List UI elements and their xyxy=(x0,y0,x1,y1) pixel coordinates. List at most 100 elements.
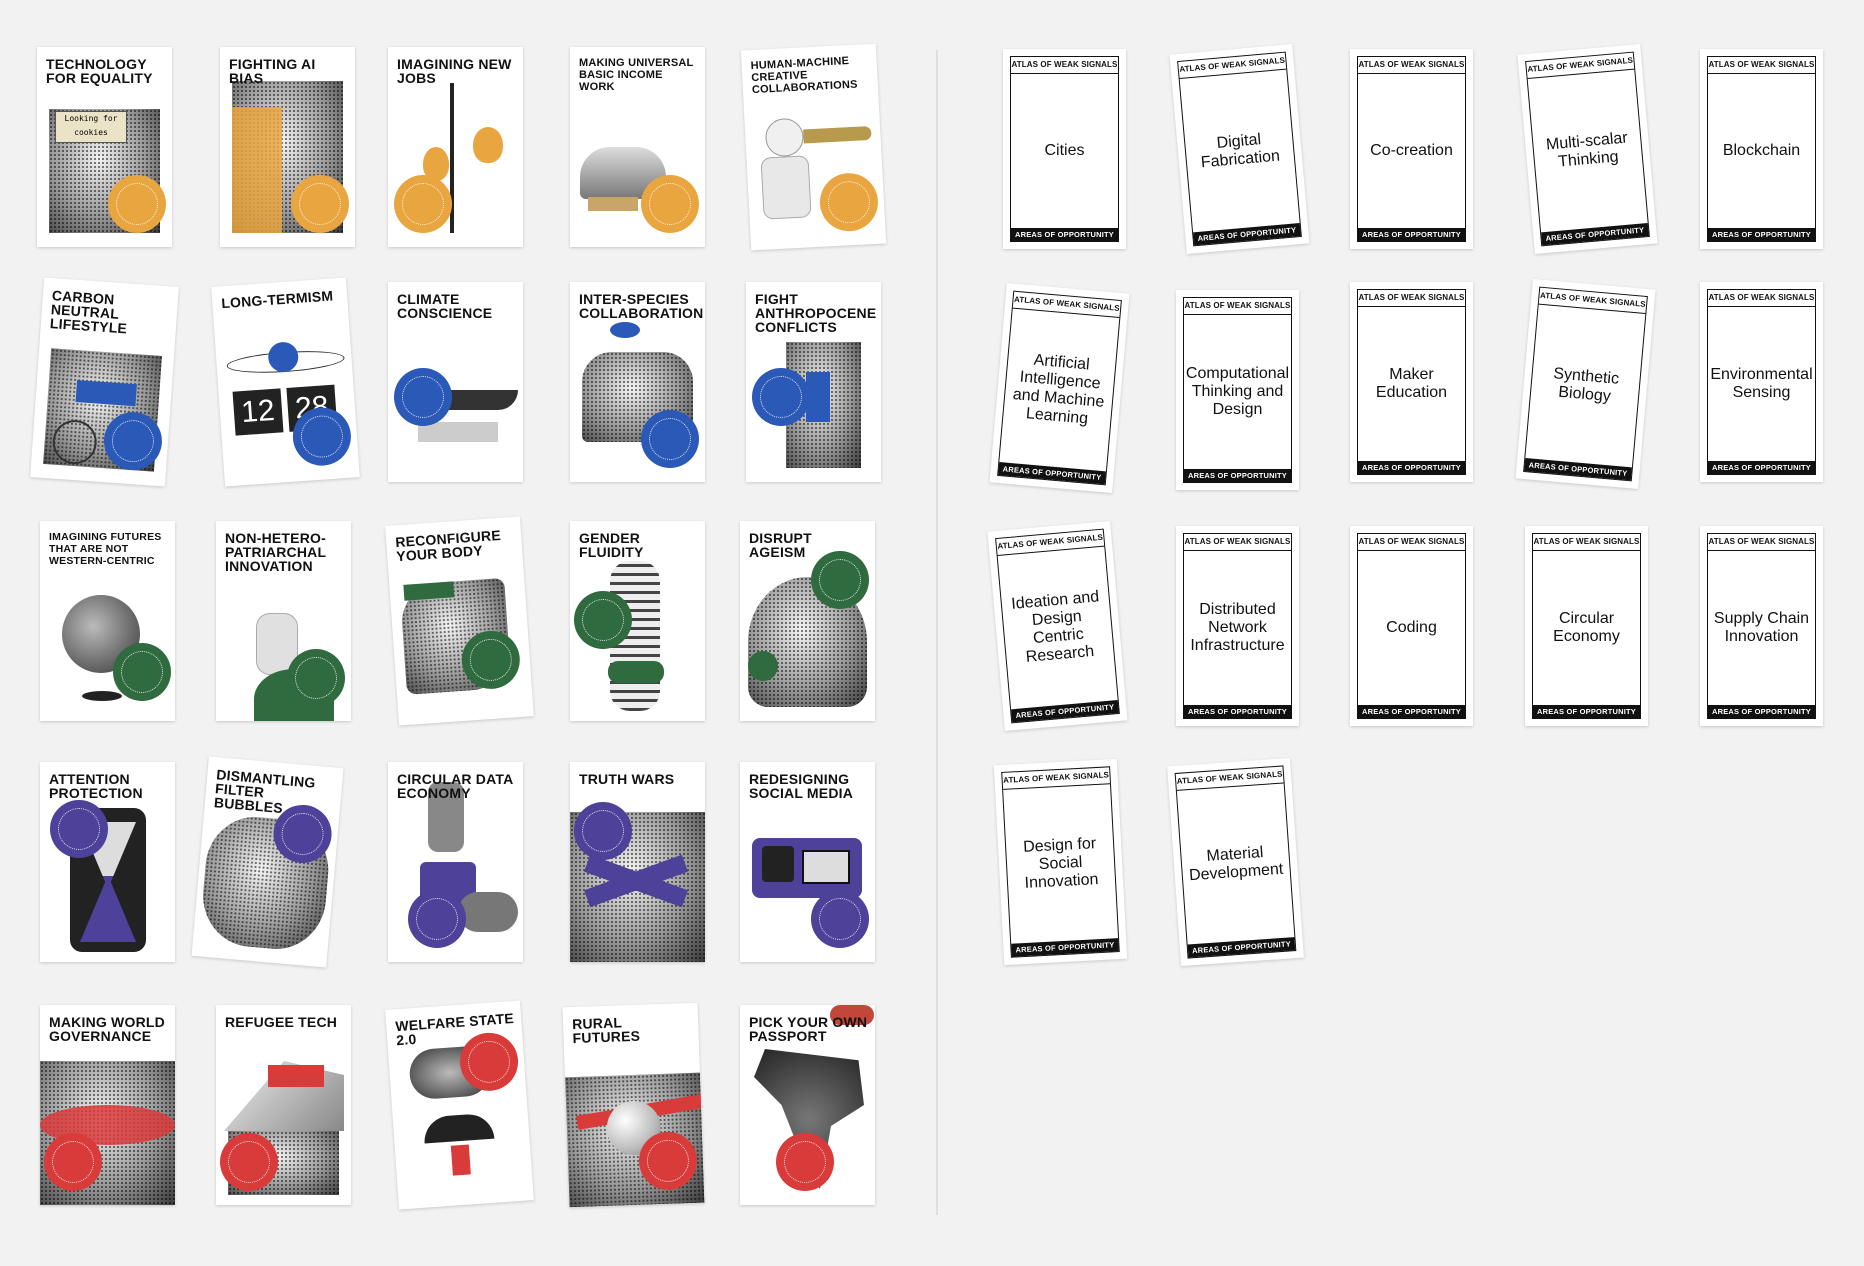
signal-card[interactable]: DISRUPT AGEISM xyxy=(740,521,875,721)
opportunity-card[interactable]: ATLAS OF WEAK SIGNALS Co-creation AREAS … xyxy=(1350,49,1473,249)
hand-bottom xyxy=(458,892,518,932)
signal-card[interactable]: LONG-TERMISM 12 28 xyxy=(211,277,360,487)
color-stamp xyxy=(50,800,108,858)
card-footer: AREAS OF OPPORTUNITY xyxy=(1184,705,1291,718)
fist-icon xyxy=(762,846,794,882)
card-header: ATLAS OF WEAK SIGNALS xyxy=(1358,57,1465,74)
signal-card[interactable]: MAKING WORLD GOVERNANCE xyxy=(40,1005,175,1205)
signal-card-title: RECONFIGURE YOUR BODY xyxy=(394,526,502,565)
signal-card-title: ATTENTION PROTECTION xyxy=(49,771,143,801)
card-frame: ATLAS OF WEAK SIGNALS Material Developme… xyxy=(1174,765,1297,959)
signal-card[interactable]: REDESIGNING SOCIAL MEDIA xyxy=(740,762,875,962)
signal-card[interactable]: RURAL FUTURES xyxy=(562,1002,705,1208)
signal-card[interactable]: IMAGINING FUTURES THAT ARE NOT WESTERN-C… xyxy=(40,521,175,721)
robot-body xyxy=(760,155,812,220)
signal-card[interactable]: ATTENTION PROTECTION xyxy=(40,762,175,962)
opportunity-card[interactable]: ATLAS OF WEAK SIGNALS Environmental Sens… xyxy=(1700,282,1823,482)
signal-card[interactable]: CLIMATE CONSCIENCE xyxy=(388,282,523,482)
green-hands xyxy=(748,651,778,681)
card-header: ATLAS OF WEAK SIGNALS xyxy=(1708,57,1815,74)
card-frame: ATLAS OF WEAK SIGNALS Coding AREAS OF OP… xyxy=(1357,533,1466,719)
signal-card[interactable]: REFUGEE TECH xyxy=(216,1005,351,1205)
card-label: Cities xyxy=(1044,142,1085,159)
card-frame: ATLAS OF WEAK SIGNALS Environmental Sens… xyxy=(1707,289,1816,475)
signal-card[interactable]: MAKING UNIVERSAL BASIC INCOME WORK xyxy=(570,47,705,247)
signal-card[interactable]: NON-HETERO-PATRIARCHAL INNOVATION xyxy=(216,521,351,721)
card-footer: AREAS OF OPPORTUNITY xyxy=(1011,228,1118,241)
color-stamp xyxy=(811,551,869,609)
signal-card-title: MAKING UNIVERSAL BASIC INCOME WORK xyxy=(579,57,694,93)
signal-card-title: TECHNOLOGY FOR EQUALITY xyxy=(46,56,153,86)
signal-card[interactable]: DISMANTLING FILTER BUBBLES xyxy=(191,756,344,968)
opportunity-card[interactable]: ATLAS OF WEAK SIGNALS Ideation and Desig… xyxy=(987,521,1128,731)
signal-card[interactable]: PICK YOUR OWN PASSPORT xyxy=(740,1005,875,1205)
opportunity-card[interactable]: ATLAS OF WEAK SIGNALS Multi-scalar Think… xyxy=(1517,44,1658,254)
signal-card[interactable]: IMAGINING NEW JOBS xyxy=(388,47,523,247)
signal-card-title: MAKING WORLD GOVERNANCE xyxy=(49,1014,165,1044)
clock-hours: 12 xyxy=(240,393,276,430)
card-header: ATLAS OF WEAK SIGNALS xyxy=(1358,290,1465,307)
card-header: ATLAS OF WEAK SIGNALS xyxy=(1358,534,1465,551)
opportunity-card[interactable]: ATLAS OF WEAK SIGNALS Material Developme… xyxy=(1167,757,1304,967)
card-label: Distributed Network Infrastructure xyxy=(1190,601,1285,654)
signal-card[interactable]: HUMAN-MACHINE CREATIVE COLLABORATIONS xyxy=(740,43,887,251)
card-header: ATLAS OF WEAK SIGNALS xyxy=(1184,298,1291,315)
signal-card[interactable]: WELFARE STATE 2.0 xyxy=(385,1000,534,1210)
signal-card-title: TRUTH WARS xyxy=(579,771,675,787)
opportunity-card[interactable]: ATLAS OF WEAK SIGNALS Design for Social … xyxy=(993,758,1128,966)
card-label: Design for Social Innovation xyxy=(1022,835,1099,892)
dialog-window: Looking for cookies xyxy=(55,111,127,143)
signal-card[interactable]: FIGHTING AI BIAS xyxy=(220,47,355,247)
image-icon xyxy=(802,850,850,884)
signal-card-title: IMAGINING NEW JOBS xyxy=(397,56,512,86)
signal-card[interactable]: TECHNOLOGY FOR EQUALITY Looking for cook… xyxy=(37,47,172,247)
opportunity-card[interactable]: ATLAS OF WEAK SIGNALS Distributed Networ… xyxy=(1176,526,1299,726)
opportunity-card[interactable]: ATLAS OF WEAK SIGNALS Blockchain AREAS O… xyxy=(1700,49,1823,249)
card-frame: ATLAS OF WEAK SIGNALS Co-creation AREAS … xyxy=(1357,56,1466,242)
card-footer: AREAS OF OPPORTUNITY xyxy=(1358,705,1465,718)
card-frame: ATLAS OF WEAK SIGNALS Artificial Intelli… xyxy=(997,290,1122,486)
opportunity-card[interactable]: ATLAS OF WEAK SIGNALS Maker Education AR… xyxy=(1350,282,1473,482)
card-label: Supply Chain Innovation xyxy=(1713,610,1810,645)
opportunity-card[interactable]: ATLAS OF WEAK SIGNALS Circular Economy A… xyxy=(1525,526,1648,726)
opportunity-card[interactable]: ATLAS OF WEAK SIGNALS Synthetic Biology … xyxy=(1515,279,1656,489)
card-frame: ATLAS OF WEAK SIGNALS Multi-scalar Think… xyxy=(1525,51,1650,247)
green-pelvis xyxy=(608,661,664,683)
signal-card[interactable]: FIGHT ANTHROPOCENE CONFLICTS xyxy=(746,282,881,482)
card-label: Coding xyxy=(1386,619,1437,636)
color-stamp xyxy=(641,175,699,233)
card-label: Maker Education xyxy=(1375,366,1448,401)
solar-panels xyxy=(268,1065,324,1087)
opportunity-card[interactable]: ATLAS OF WEAK SIGNALS Computational Thin… xyxy=(1176,290,1299,490)
signal-card-title: FIGHT ANTHROPOCENE CONFLICTS xyxy=(755,291,877,335)
signal-card[interactable]: GENDER FLUIDITY xyxy=(570,521,705,721)
color-stamp xyxy=(574,591,632,649)
signal-card-title: REDESIGNING SOCIAL MEDIA xyxy=(749,771,854,801)
card-label: Multi-scalar Thinking xyxy=(1545,129,1629,171)
signal-card[interactable]: INTER-SPECIES COLLABORATION xyxy=(570,282,705,482)
signal-card-title: REFUGEE TECH xyxy=(225,1014,338,1030)
opportunity-card[interactable]: ATLAS OF WEAK SIGNALS Digital Fabricatio… xyxy=(1169,44,1310,254)
opportunity-card[interactable]: ATLAS OF WEAK SIGNALS Coding AREAS OF OP… xyxy=(1350,526,1473,726)
blue-overlay xyxy=(75,380,137,407)
signal-card[interactable]: RECONFIGURE YOUR BODY xyxy=(385,516,534,726)
color-stamp xyxy=(220,1133,278,1191)
signal-card[interactable]: CIRCULAR DATA ECONOMY xyxy=(388,762,523,962)
card-header: ATLAS OF WEAK SIGNALS xyxy=(1533,534,1640,551)
orange-overlay xyxy=(232,107,282,233)
signal-card-title: CARBON NEUTRAL LIFESTYLE xyxy=(49,287,128,337)
card-footer: AREAS OF OPPORTUNITY xyxy=(1184,469,1291,482)
opportunity-card[interactable]: ATLAS OF WEAK SIGNALS Cities AREAS OF OP… xyxy=(1003,49,1126,249)
card-frame: ATLAS OF WEAK SIGNALS Circular Economy A… xyxy=(1532,533,1641,719)
opportunity-card[interactable]: ATLAS OF WEAK SIGNALS Artificial Intelli… xyxy=(989,283,1130,493)
signal-card[interactable]: TRUTH WARS xyxy=(570,762,705,962)
card-frame: ATLAS OF WEAK SIGNALS Maker Education AR… xyxy=(1357,289,1466,475)
card-frame: ATLAS OF WEAK SIGNALS Computational Thin… xyxy=(1183,297,1292,483)
red-figure xyxy=(450,1144,471,1176)
card-label: Synthetic Biology xyxy=(1552,365,1620,406)
card-header: ATLAS OF WEAK SIGNALS xyxy=(1011,57,1118,74)
opportunity-card[interactable]: ATLAS OF WEAK SIGNALS Supply Chain Innov… xyxy=(1700,526,1823,726)
card-label: Blockchain xyxy=(1722,142,1801,159)
robot-head xyxy=(764,117,805,158)
signal-card[interactable]: CARBON NEUTRAL LIFESTYLE xyxy=(30,277,179,487)
